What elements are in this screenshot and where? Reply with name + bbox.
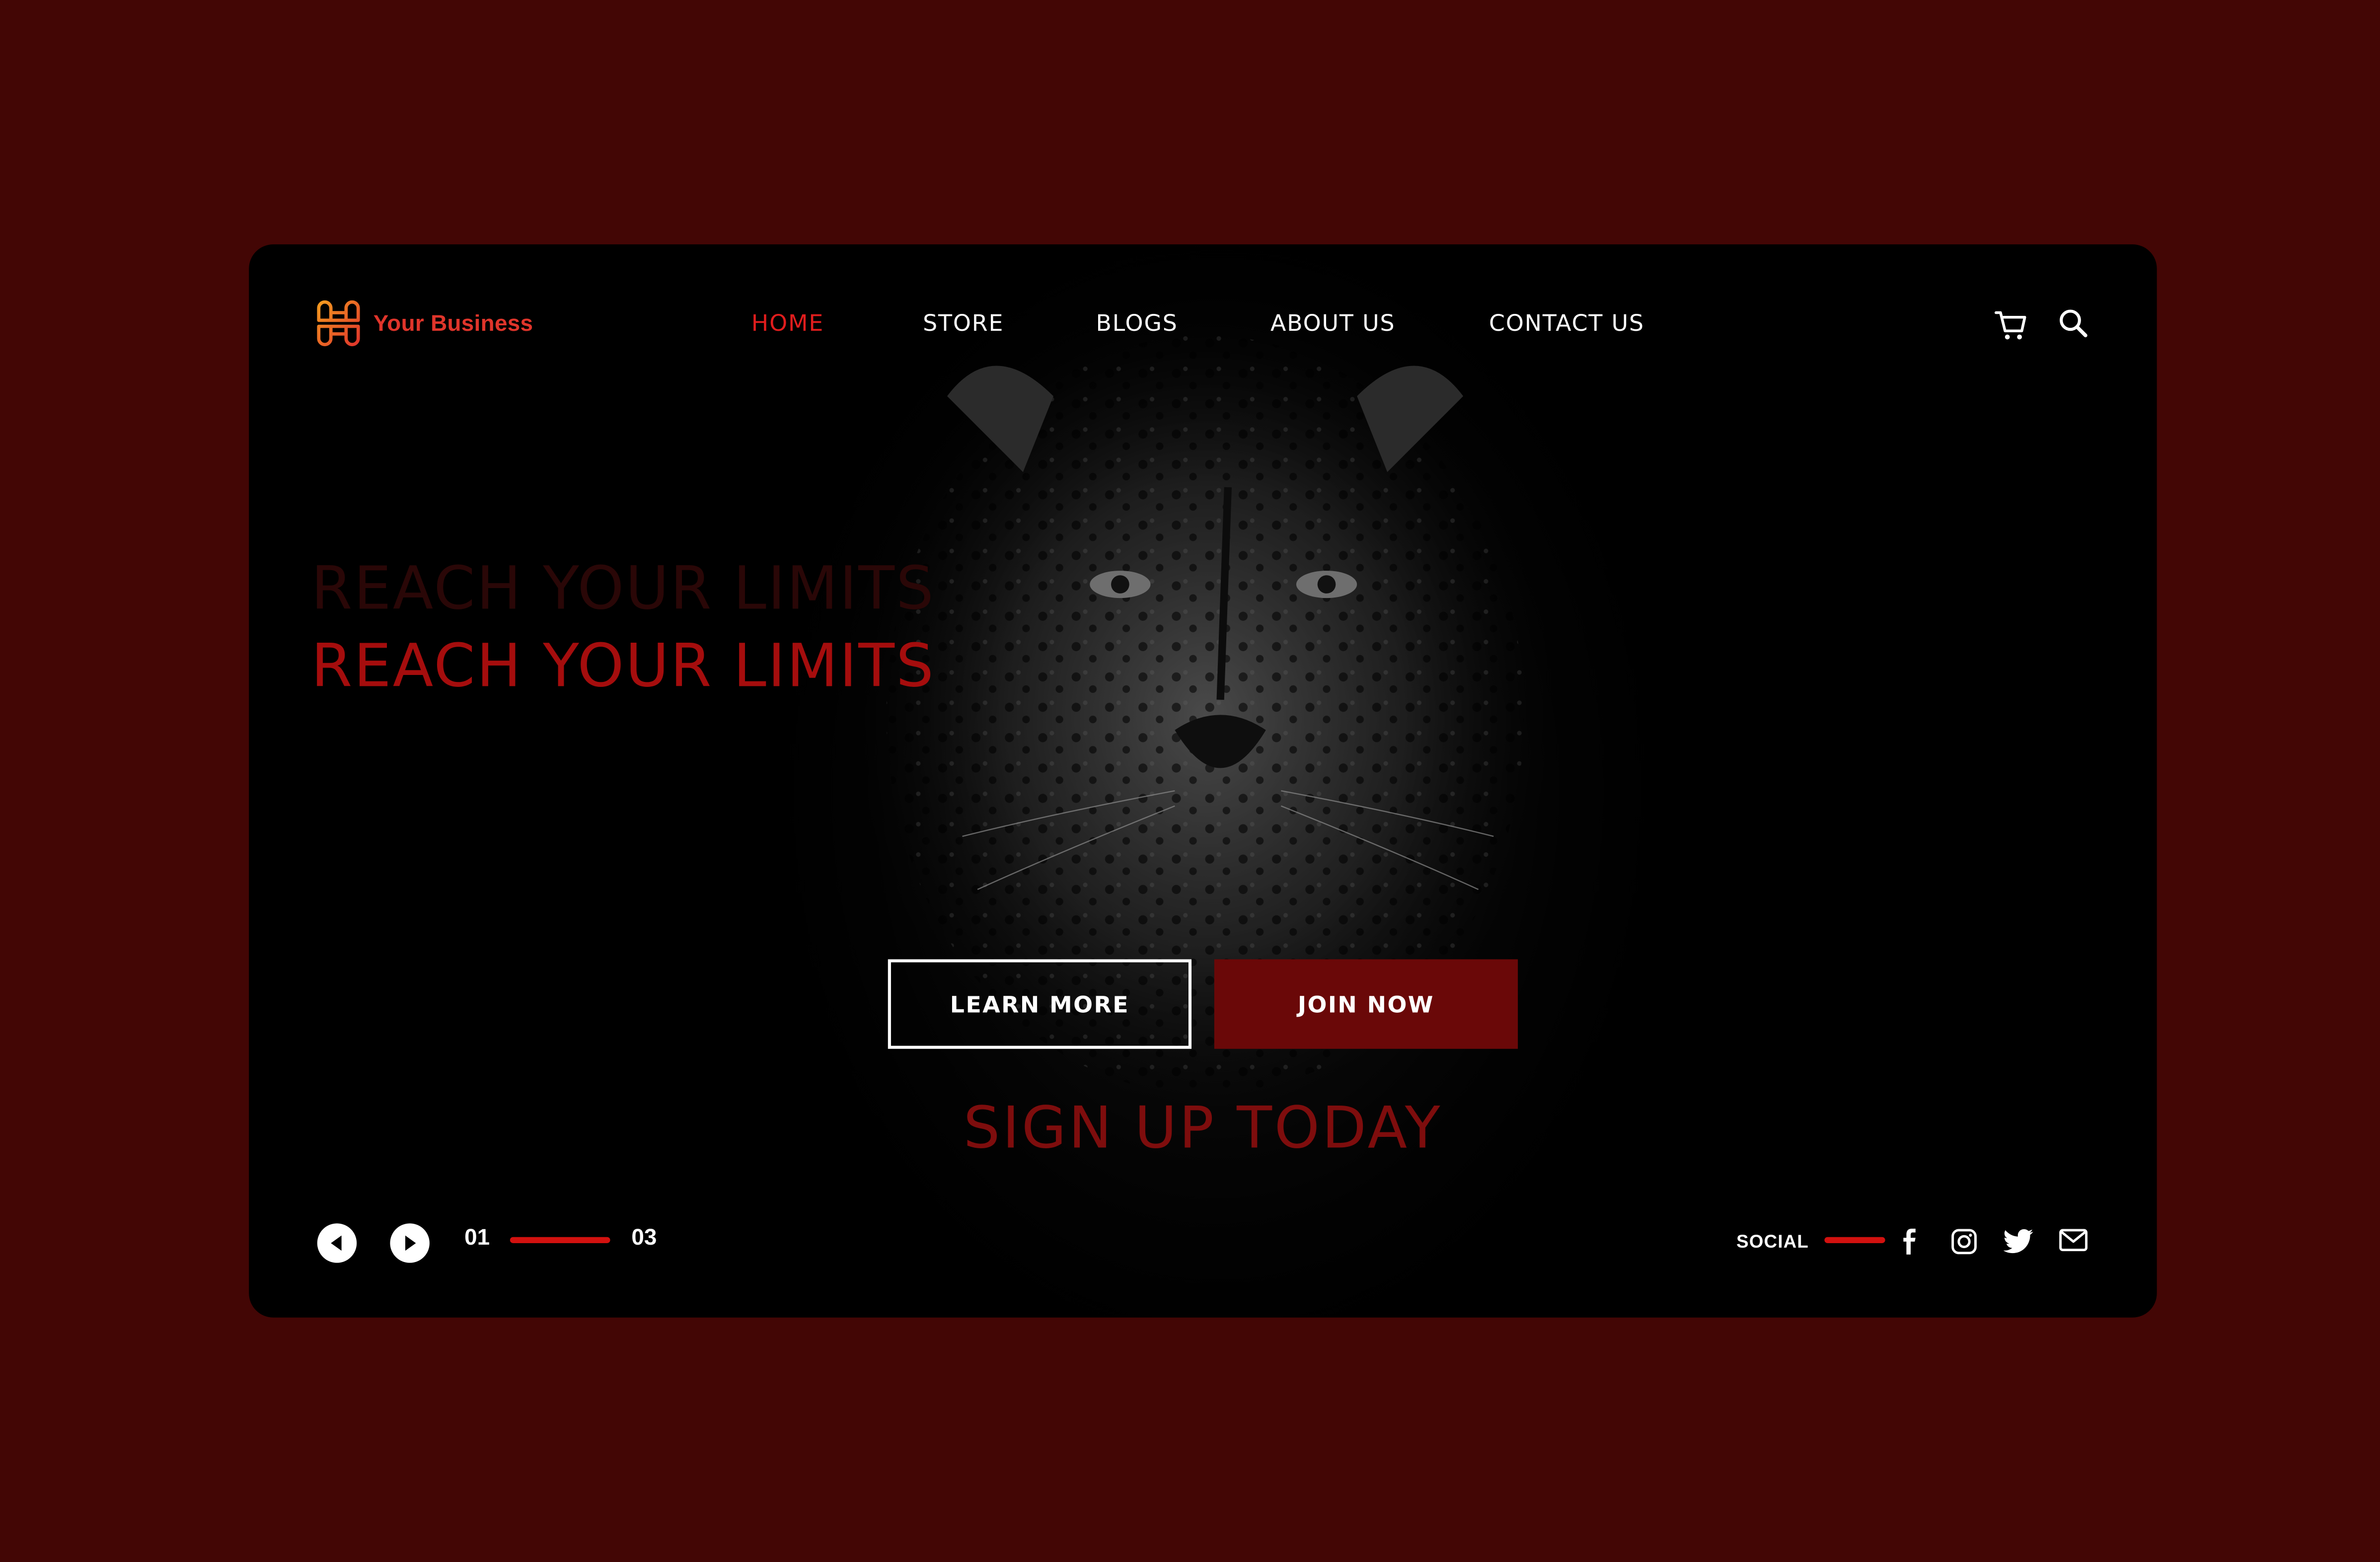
slide-total-number: 03 xyxy=(631,1225,657,1251)
triangle-right-icon xyxy=(405,1235,416,1251)
signup-heading: SIGN UP TODAY xyxy=(963,1094,1443,1161)
instagram-icon[interactable] xyxy=(1950,1228,1978,1255)
join-now-button[interactable]: JOIN NOW xyxy=(1214,959,1518,1049)
nav-item-home[interactable]: HOME xyxy=(751,309,824,337)
slide-current-number: 01 xyxy=(464,1225,490,1251)
hero-title: REACH YOUR LIMITS xyxy=(311,633,935,701)
social-divider-line xyxy=(1824,1237,1885,1243)
social-label: SOCIAL xyxy=(1736,1231,1809,1253)
brand-name: Your Business xyxy=(373,310,533,336)
twitter-icon[interactable] xyxy=(2004,1228,2034,1255)
nav-item-blogs[interactable]: BLOGS xyxy=(1096,309,1178,337)
slider-progress-bar xyxy=(510,1237,610,1243)
cart-icon[interactable] xyxy=(1995,308,2028,341)
hero-title-ghost: REACH YOUR LIMITS xyxy=(311,555,935,624)
triangle-left-icon xyxy=(331,1235,342,1251)
slider-prev-button[interactable] xyxy=(317,1223,357,1263)
learn-more-button[interactable]: LEARN MORE xyxy=(888,959,1192,1049)
slider-next-button[interactable] xyxy=(390,1223,430,1263)
brand-logo[interactable]: Your Business xyxy=(316,299,533,348)
brand-logo-icon xyxy=(317,300,360,347)
hero-card: Your Business HOME STORE BLOGS ABOUT US … xyxy=(249,244,2157,1318)
mail-icon[interactable] xyxy=(2058,1228,2088,1252)
search-icon[interactable] xyxy=(2058,308,2088,338)
nav-item-store[interactable]: STORE xyxy=(923,309,1004,337)
facebook-icon[interactable] xyxy=(1899,1228,1920,1255)
nav-item-contact-us[interactable]: CONTACT US xyxy=(1489,309,1644,337)
nav-item-about-us[interactable]: ABOUT US xyxy=(1270,309,1396,337)
